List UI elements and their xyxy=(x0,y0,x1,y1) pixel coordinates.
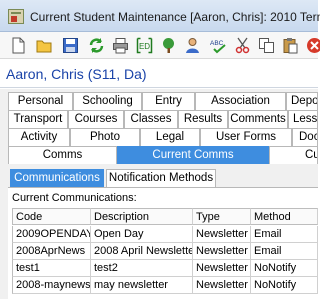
svg-text:ABC: ABC xyxy=(210,40,224,47)
open-folder-icon[interactable] xyxy=(36,37,53,54)
app-icon xyxy=(8,9,24,24)
subtab-communications[interactable]: Communications xyxy=(10,169,104,187)
tab-association[interactable]: Association xyxy=(195,92,286,110)
tab-row-2: Transport Courses Classes Results Commen… xyxy=(0,110,318,128)
cell-description: 2008 April Newsletter xyxy=(91,243,193,260)
grid-header: Code Description Type Method xyxy=(12,208,318,225)
cell-description: may newsletter xyxy=(91,277,193,294)
cell-type: Newsletter xyxy=(193,277,251,294)
cell-code: test1 xyxy=(12,260,91,277)
tab-entry[interactable]: Entry xyxy=(142,92,195,110)
cell-method: NoNotify xyxy=(251,260,318,277)
id-card-label: ED xyxy=(139,42,150,51)
tab-current-comms[interactable]: Current Comms xyxy=(117,146,269,164)
user-icon[interactable] xyxy=(184,37,201,54)
refresh-icon[interactable] xyxy=(88,37,105,54)
print-icon[interactable] xyxy=(112,37,129,54)
tab-user-forms[interactable]: User Forms xyxy=(200,128,292,146)
communications-grid: Code Description Type Method 2009OPENDAY… xyxy=(12,208,318,299)
title-bar: Current Student Maintenance [Aaron, Chri… xyxy=(0,0,320,32)
spell-check-icon[interactable]: ABC xyxy=(210,37,227,54)
cell-code: 2008-maynews xyxy=(12,277,91,294)
toolbar: ED ABC xyxy=(0,32,320,59)
save-icon[interactable] xyxy=(62,37,79,54)
tree-icon[interactable] xyxy=(160,37,177,54)
cell-code: 2009OPENDAY xyxy=(12,226,91,243)
cell-type: Newsletter xyxy=(193,243,251,260)
subtab-notification-methods[interactable]: Notification Methods xyxy=(106,169,216,187)
tab-row-4: Comms Current Comms Cu xyxy=(0,146,318,164)
column-header-code[interactable]: Code xyxy=(12,208,91,225)
close-icon[interactable] xyxy=(306,37,320,54)
cut-icon[interactable] xyxy=(234,37,251,54)
tab-legal[interactable]: Legal xyxy=(140,128,200,146)
cell-type: Newsletter xyxy=(193,260,251,277)
cell-method: Email xyxy=(251,226,318,243)
column-header-type[interactable]: Type xyxy=(193,208,251,225)
table-row[interactable]: 2008-maynews may newsletter Newsletter N… xyxy=(12,277,318,294)
cell-description: test2 xyxy=(91,260,193,277)
student-name: Aaron, Chris (S11, Da) xyxy=(6,66,147,82)
tab-results[interactable]: Results xyxy=(178,110,228,128)
table-row[interactable]: test1 test2 Newsletter NoNotify xyxy=(12,260,318,277)
cell-description: Open Day xyxy=(91,226,193,243)
tab-lessons[interactable]: Lessons xyxy=(288,110,318,128)
table-row[interactable]: 2009OPENDAY Open Day Newsletter Email xyxy=(12,226,318,243)
new-document-icon[interactable] xyxy=(10,37,27,54)
window-title: Current Student Maintenance [Aaron, Chri… xyxy=(30,10,320,24)
tab-activity[interactable]: Activity xyxy=(8,128,70,146)
column-header-method[interactable]: Method xyxy=(251,208,318,225)
column-header-description[interactable]: Description xyxy=(91,208,193,225)
subtab-bar: Communications Notification Methods xyxy=(8,169,318,187)
tab-schooling[interactable]: Schooling xyxy=(73,92,142,110)
cell-method: Email xyxy=(251,243,318,260)
tab-deposits[interactable]: Deposits xyxy=(286,92,318,110)
tab-courses[interactable]: Courses xyxy=(68,110,124,128)
tab-comms[interactable]: Comms xyxy=(8,146,117,164)
student-header: Aaron, Chris (S11, Da) xyxy=(0,60,318,88)
tab-comments[interactable]: Comments xyxy=(228,110,288,128)
list-label: Current Communications: xyxy=(12,192,137,204)
cell-type: Newsletter xyxy=(193,226,251,243)
communications-panel: Current Communications: Code Description… xyxy=(8,187,318,299)
tab-transport[interactable]: Transport xyxy=(8,110,68,128)
tab-cu[interactable]: Cu xyxy=(269,146,318,164)
tab-classes[interactable]: Classes xyxy=(124,110,178,128)
tab-personal[interactable]: Personal xyxy=(8,92,73,110)
cell-code: 2008AprNews xyxy=(12,243,91,260)
copy-icon[interactable] xyxy=(258,37,275,54)
tab-doc[interactable]: Doc xyxy=(292,128,318,146)
tab-photo[interactable]: Photo xyxy=(70,128,140,146)
paste-icon[interactable] xyxy=(282,37,299,54)
id-card-icon[interactable]: ED xyxy=(136,37,153,54)
tab-row-1: Personal Schooling Entry Association Dep… xyxy=(0,92,318,110)
cell-method: NoNotify xyxy=(251,277,318,294)
table-row[interactable]: 2008AprNews 2008 April Newsletter Newsle… xyxy=(12,243,318,260)
tab-row-3: Activity Photo Legal User Forms Doc xyxy=(0,128,318,146)
